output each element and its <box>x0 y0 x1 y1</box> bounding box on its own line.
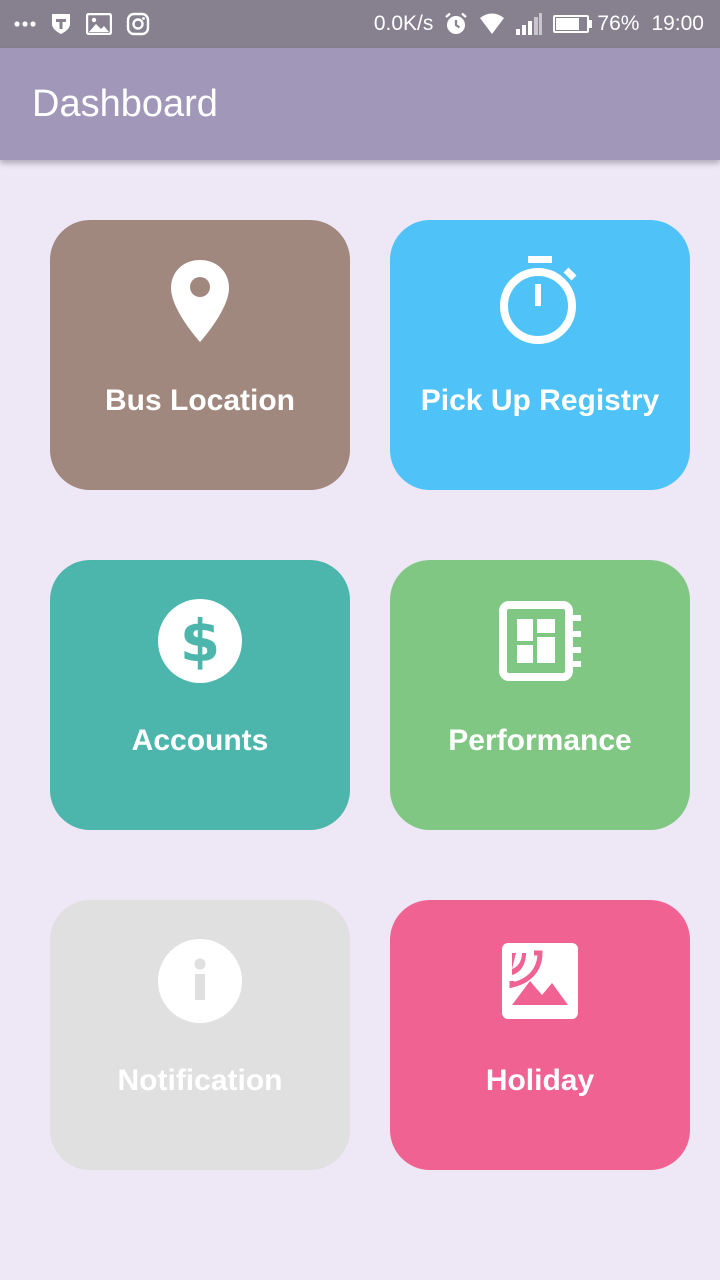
tile-label: Pick Up Registry <box>420 384 660 417</box>
page-title: Dashboard <box>32 82 218 125</box>
tile-notification[interactable]: Notification <box>50 900 350 1170</box>
tile-label: Notification <box>117 1064 283 1097</box>
dollar-circle-icon: $ <box>50 596 350 686</box>
alarm-icon <box>443 11 469 37</box>
svg-text:$: $ <box>180 607 220 675</box>
tile-accounts[interactable]: $ Accounts <box>50 560 350 830</box>
status-bar: 0.0K/s 76% 19:00 <box>0 0 720 48</box>
tile-label: Accounts <box>131 724 269 757</box>
stopwatch-icon <box>390 256 690 346</box>
clock: 19:00 <box>651 12 704 35</box>
instagram-icon <box>126 12 150 36</box>
more-dots-icon <box>14 20 36 28</box>
battery-icon <box>553 14 593 34</box>
dashboard-panel-icon <box>390 596 690 686</box>
tile-bus-location[interactable]: Bus Location <box>50 220 350 490</box>
tile-label: Performance <box>448 724 632 757</box>
tile-label: Bus Location <box>104 384 295 417</box>
wifi-icon <box>479 13 505 35</box>
status-right-icons: 0.0K/s 76% 19:00 <box>364 11 704 37</box>
net-speed: 0.0K/s <box>373 12 434 35</box>
vpn-shield-icon <box>50 12 72 36</box>
tile-label: Holiday <box>485 1064 595 1097</box>
tile-performance[interactable]: Performance <box>390 560 690 830</box>
info-circle-icon <box>50 936 350 1026</box>
battery-level: 76% <box>597 12 640 35</box>
tile-pick-up-registry[interactable]: Pick Up Registry <box>390 220 690 490</box>
image-icon <box>86 13 112 35</box>
signal-icon <box>515 12 543 36</box>
map-pin-icon <box>50 256 350 346</box>
status-left-icons <box>14 12 164 36</box>
tile-holiday[interactable]: Holiday <box>390 900 690 1170</box>
app-bar: Dashboard <box>0 48 720 160</box>
image-landscape-icon <box>390 936 690 1026</box>
